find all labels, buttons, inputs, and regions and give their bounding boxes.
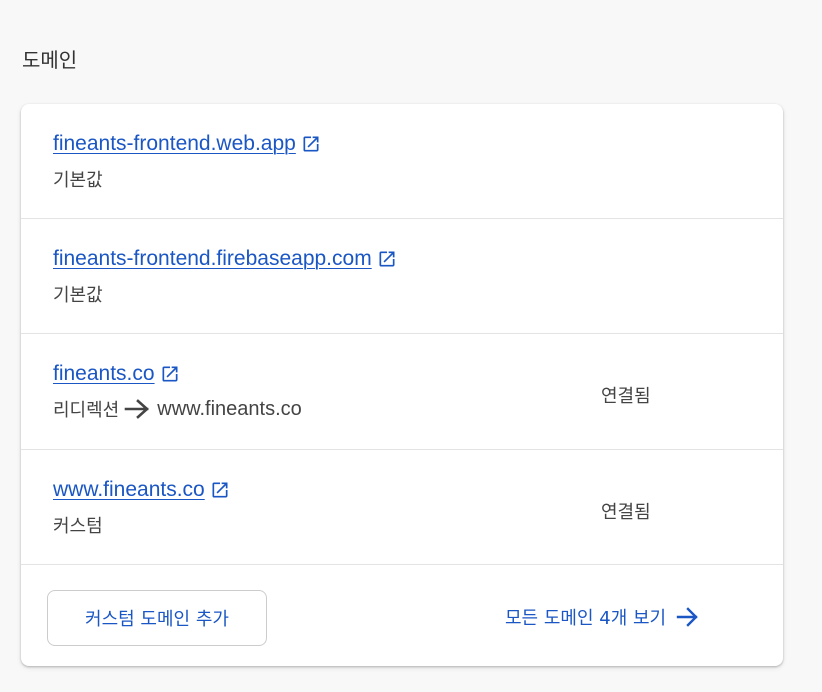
domain-type: 커스텀 (53, 512, 103, 538)
domain-type-label: 기본값 (53, 285, 103, 306)
domain-link-line: fineants-frontend.firebaseapp.com (53, 247, 398, 271)
section-title: 도메인 (22, 48, 78, 72)
open-in-new-icon[interactable] (209, 479, 231, 501)
arrow-right-icon (123, 398, 153, 420)
domain-link-line: fineants.co (53, 362, 181, 386)
domain-row: fineants-frontend.web.app 기본값 (21, 104, 783, 219)
domain-type: 기본값 (53, 166, 103, 192)
domain-type-label: 커스텀 (53, 516, 103, 537)
redirect-target: www.fineants.co (157, 397, 302, 420)
view-all-domains-link[interactable]: 모든 도메인 4개 보기 (505, 604, 702, 630)
domains-card: fineants-frontend.web.app 기본값 fineants-f… (21, 104, 783, 666)
view-all-domains-label[interactable]: 모든 도메인 4개 보기 (505, 604, 666, 630)
open-in-new-icon[interactable] (300, 133, 322, 155)
domain-link[interactable]: fineants-frontend.firebaseapp.com (53, 247, 372, 271)
domain-link[interactable]: fineants.co (53, 362, 155, 386)
status-label: 연결됨 (601, 502, 651, 523)
open-in-new-icon[interactable] (376, 248, 398, 270)
arrow-right-icon[interactable] (674, 605, 702, 629)
domain-row: www.fineants.co 커스텀 연결됨 (21, 450, 783, 565)
domain-type: 기본값 (53, 281, 103, 307)
domain-type-label: 리디렉션 (53, 400, 120, 421)
domain-row: fineants.co 리디렉션 www.fineants.co 연결됨 (21, 334, 783, 450)
domain-type-label: 기본값 (53, 170, 103, 191)
domain-link[interactable]: www.fineants.co (53, 478, 205, 502)
domain-link-line: fineants-frontend.web.app (53, 132, 322, 156)
status-label: 연결됨 (601, 386, 651, 407)
domain-link[interactable]: fineants-frontend.web.app (53, 132, 296, 156)
domain-type: 리디렉션 www.fineants.co (53, 396, 302, 422)
card-footer: 커스텀 도메인 추가 모든 도메인 4개 보기 (21, 565, 783, 666)
open-in-new-icon[interactable] (159, 363, 181, 385)
domain-link-line: www.fineants.co (53, 478, 231, 502)
add-custom-domain-button[interactable]: 커스텀 도메인 추가 (47, 590, 267, 646)
domain-row: fineants-frontend.firebaseapp.com 기본값 (21, 219, 783, 334)
